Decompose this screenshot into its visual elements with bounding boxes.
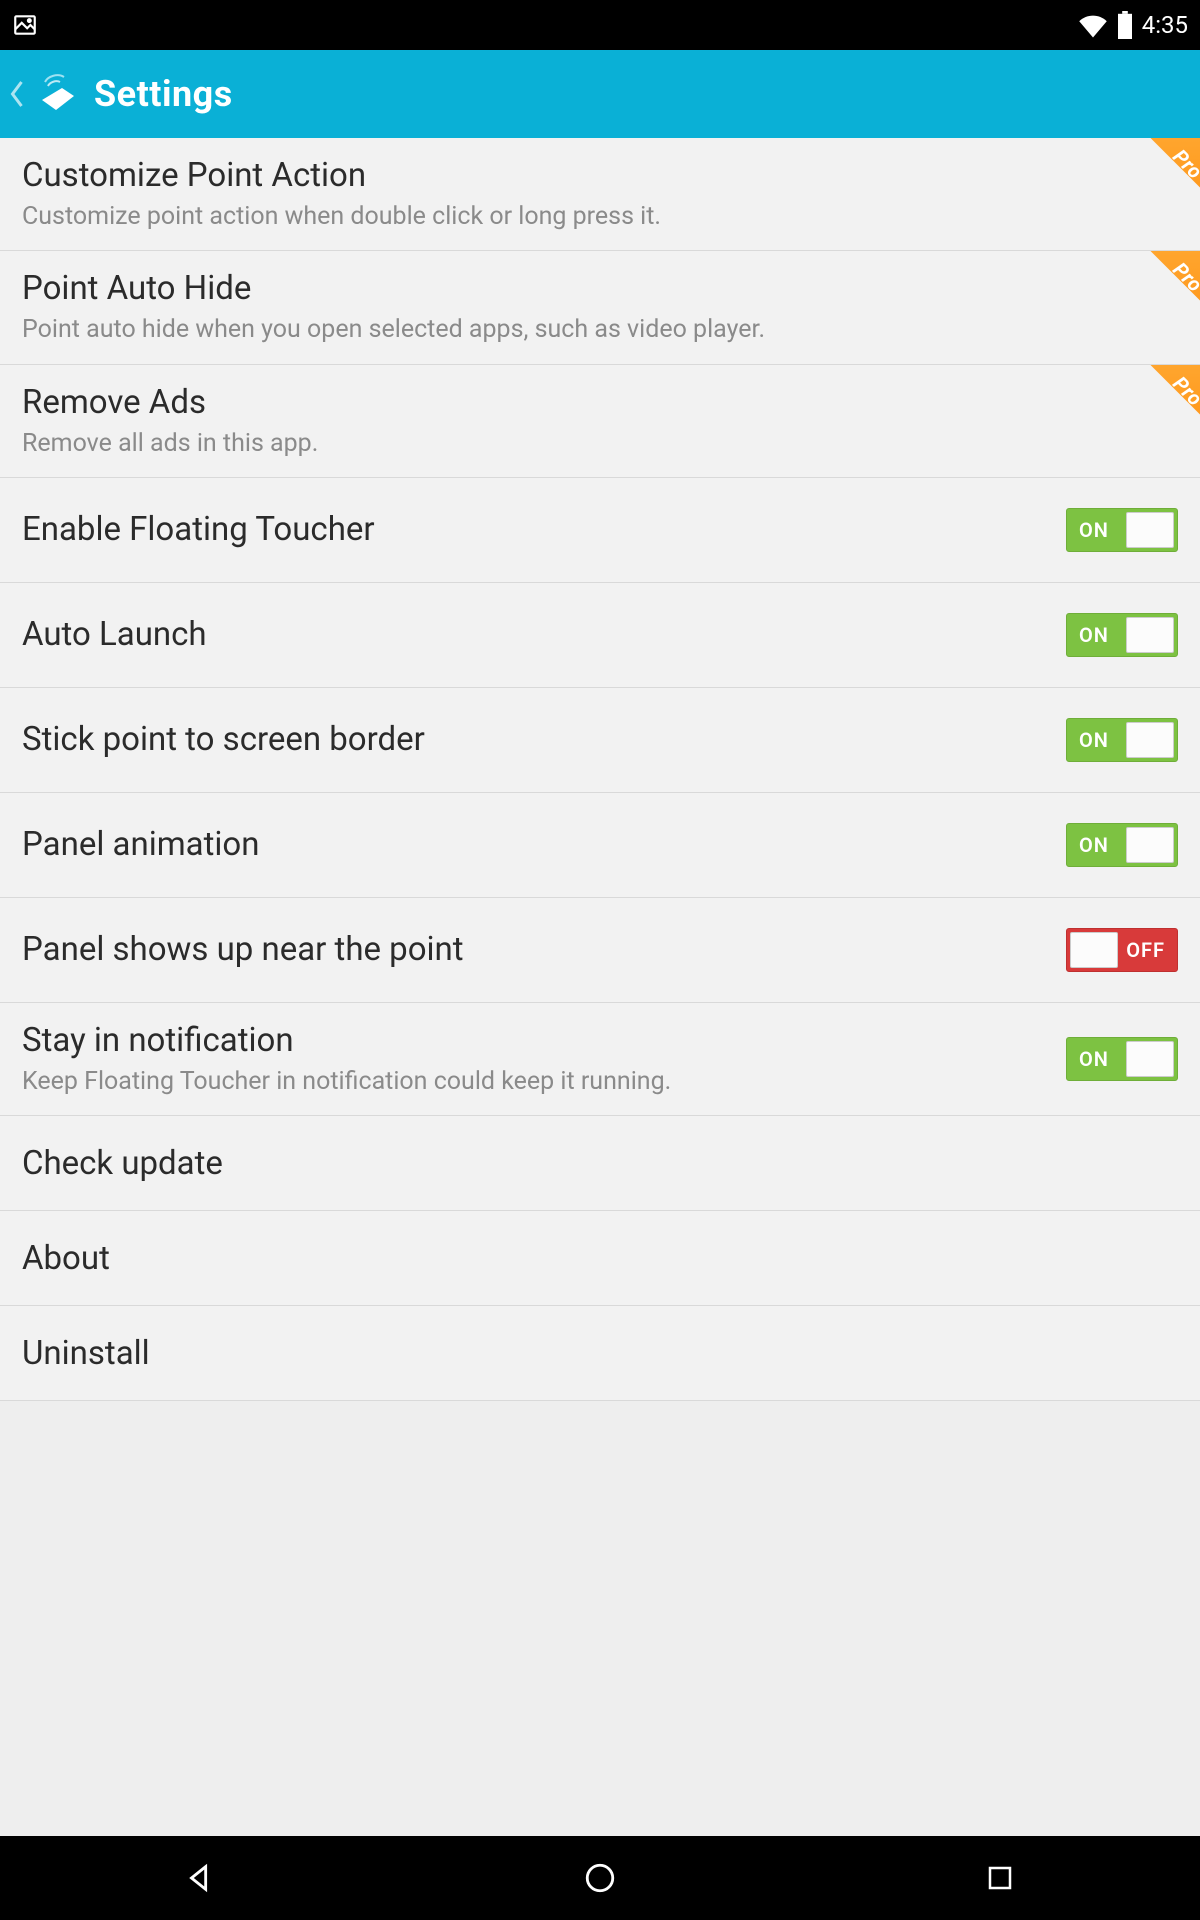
nav-back-button[interactable] xyxy=(110,1843,290,1913)
row-enable-floating-toucher[interactable]: Enable Floating Toucher ON xyxy=(0,478,1200,583)
nav-recents-button[interactable] xyxy=(910,1843,1090,1913)
row-title: Enable Floating Toucher xyxy=(22,510,1046,549)
app-logo-icon xyxy=(36,70,84,118)
row-stick-point-to-border[interactable]: Stick point to screen border ON xyxy=(0,688,1200,793)
navigation-bar xyxy=(0,1836,1200,1920)
row-point-auto-hide[interactable]: Point Auto Hide Point auto hide when you… xyxy=(0,251,1200,364)
picture-icon xyxy=(12,12,38,38)
toggle-enable-floating-toucher[interactable]: ON xyxy=(1066,508,1178,552)
app-bar: Settings xyxy=(0,50,1200,138)
toggle-stick-point-to-border[interactable]: ON xyxy=(1066,718,1178,762)
row-about[interactable]: About xyxy=(0,1211,1200,1306)
row-stay-in-notification[interactable]: Stay in notification Keep Floating Touch… xyxy=(0,1003,1200,1116)
row-subtitle: Remove all ads in this app. xyxy=(22,428,1178,459)
row-panel-near-point[interactable]: Panel shows up near the point OFF xyxy=(0,898,1200,1003)
toggle-stay-in-notification[interactable]: ON xyxy=(1066,1037,1178,1081)
row-title: Uninstall xyxy=(22,1334,150,1373)
status-bar: 4:35 xyxy=(0,0,1200,50)
row-title: Auto Launch xyxy=(22,615,1046,654)
row-uninstall[interactable]: Uninstall xyxy=(0,1306,1200,1401)
row-panel-animation[interactable]: Panel animation ON xyxy=(0,793,1200,898)
row-subtitle: Keep Floating Toucher in notification co… xyxy=(22,1066,1046,1097)
row-remove-ads[interactable]: Remove Ads Remove all ads in this app. P… xyxy=(0,365,1200,478)
row-title: Check update xyxy=(22,1144,223,1183)
row-title: Customize Point Action xyxy=(22,156,1178,195)
toggle-panel-near-point[interactable]: OFF xyxy=(1066,928,1178,972)
row-title: Remove Ads xyxy=(22,383,1178,422)
page-title: Settings xyxy=(94,73,233,115)
row-customize-point-action[interactable]: Customize Point Action Customize point a… xyxy=(0,138,1200,251)
row-auto-launch[interactable]: Auto Launch ON xyxy=(0,583,1200,688)
battery-icon xyxy=(1116,11,1134,39)
row-title: About xyxy=(22,1239,110,1278)
toggle-auto-launch[interactable]: ON xyxy=(1066,613,1178,657)
nav-home-button[interactable] xyxy=(510,1843,690,1913)
row-check-update[interactable]: Check update xyxy=(0,1116,1200,1211)
row-title: Stick point to screen border xyxy=(22,720,1046,759)
row-subtitle: Point auto hide when you open selected a… xyxy=(22,314,1178,345)
settings-list: Customize Point Action Customize point a… xyxy=(0,138,1200,1920)
back-button[interactable] xyxy=(8,79,26,109)
row-title: Panel animation xyxy=(22,825,1046,864)
row-title: Panel shows up near the point xyxy=(22,930,1046,969)
wifi-icon xyxy=(1078,12,1108,38)
status-time: 4:35 xyxy=(1142,11,1188,39)
toggle-panel-animation[interactable]: ON xyxy=(1066,823,1178,867)
row-title: Stay in notification xyxy=(22,1021,1046,1060)
row-title: Point Auto Hide xyxy=(22,269,1178,308)
row-subtitle: Customize point action when double click… xyxy=(22,201,1178,232)
